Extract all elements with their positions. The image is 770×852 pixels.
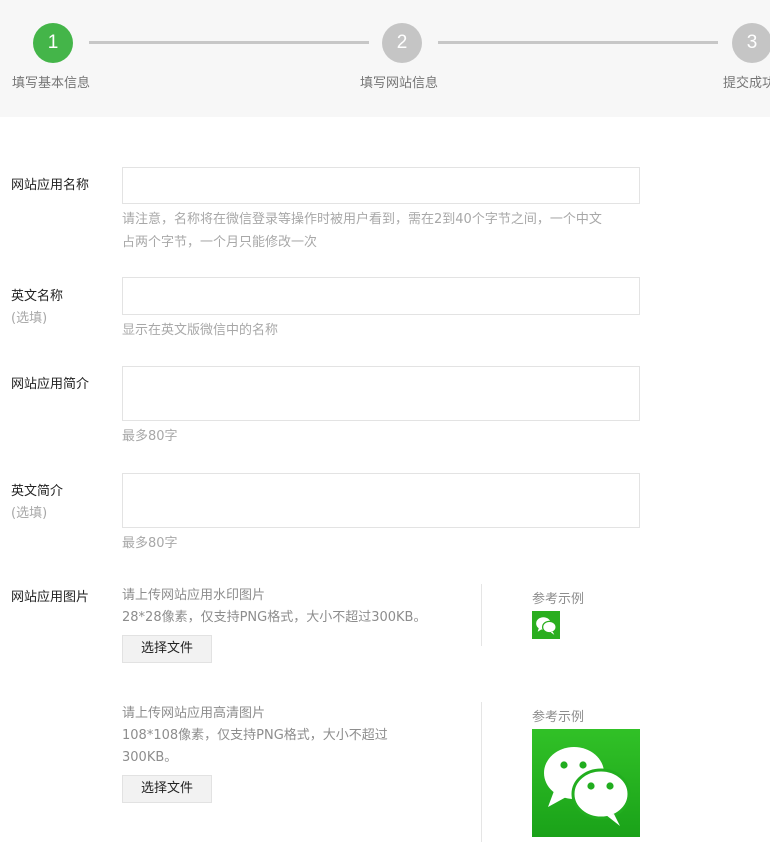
watermark-image-title: 请上传网站应用水印图片 <box>122 588 266 603</box>
app-intro-label: 网站应用简介 <box>11 377 90 392</box>
app-intro-hint: 最多80字 <box>122 429 178 444</box>
app-image-label: 网站应用图片 <box>11 590 90 605</box>
app-name-label: 网站应用名称 <box>11 178 90 193</box>
hd-image-spec-line1: 108*108像素，仅支持PNG格式，大小不超过 <box>122 728 388 743</box>
english-name-optional: (选填) <box>11 311 48 326</box>
watermark-choose-file-button[interactable]: 选择文件 <box>122 635 212 663</box>
hd-example-label: 参考示例 <box>532 710 585 725</box>
english-intro-optional: (选填) <box>11 506 48 521</box>
watermark-image-spec: 28*28像素，仅支持PNG格式，大小不超过300KB。 <box>122 610 427 625</box>
english-name-label: 英文名称 <box>11 289 64 304</box>
hd-choose-file-button[interactable]: 选择文件 <box>122 775 212 803</box>
step-3-label: 提交成功 <box>723 76 770 91</box>
app-name-hint-line1: 请注意，名称将在微信登录等操作时被用户看到，需在2到40个字节之间，一个中文 <box>122 212 602 227</box>
hd-image-spec-line2: 300KB。 <box>122 750 178 765</box>
hd-image-title: 请上传网站应用高清图片 <box>122 706 266 721</box>
watermark-divider <box>481 584 482 646</box>
wechat-logo-small-icon <box>532 611 560 639</box>
hd-divider <box>481 702 482 842</box>
step-2-circle: 2 <box>382 23 422 63</box>
wechat-logo-large-icon <box>532 729 640 837</box>
app-intro-textarea[interactable] <box>122 366 640 421</box>
step-progress-bar: 1 2 3 填写基本信息 填写网站信息 提交成功 <box>0 0 770 117</box>
step-connector-1 <box>89 41 369 44</box>
step-1-circle: 1 <box>33 23 73 63</box>
step-1-label: 填写基本信息 <box>12 76 91 91</box>
step-2-label: 填写网站信息 <box>360 76 439 91</box>
english-name-input[interactable] <box>122 277 640 315</box>
watermark-example-label: 参考示例 <box>532 592 585 607</box>
step-connector-2 <box>438 41 718 44</box>
app-name-hint-line2: 占两个字节，一个月只能修改一次 <box>122 235 318 250</box>
app-name-input[interactable] <box>122 167 640 204</box>
english-intro-hint: 最多80字 <box>122 536 178 551</box>
english-intro-textarea[interactable] <box>122 473 640 528</box>
english-intro-label: 英文简介 <box>11 484 64 499</box>
step-3-circle: 3 <box>732 23 770 63</box>
english-name-hint: 显示在英文版微信中的名称 <box>122 323 279 338</box>
